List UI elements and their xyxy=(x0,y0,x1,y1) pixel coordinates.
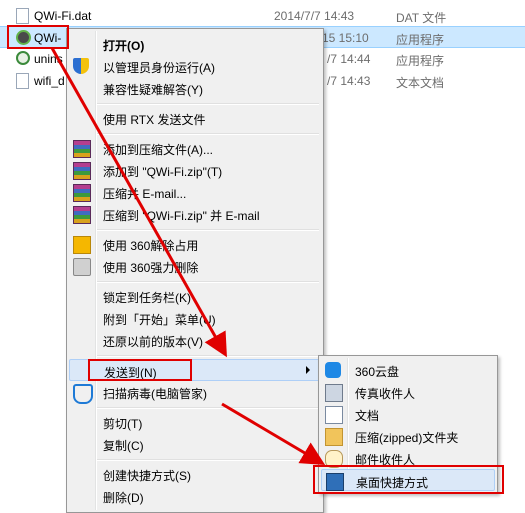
arrow-to-send-to xyxy=(50,47,227,358)
arrow-to-desktop-shortcut xyxy=(221,402,326,466)
annotation-arrows xyxy=(50,47,326,466)
